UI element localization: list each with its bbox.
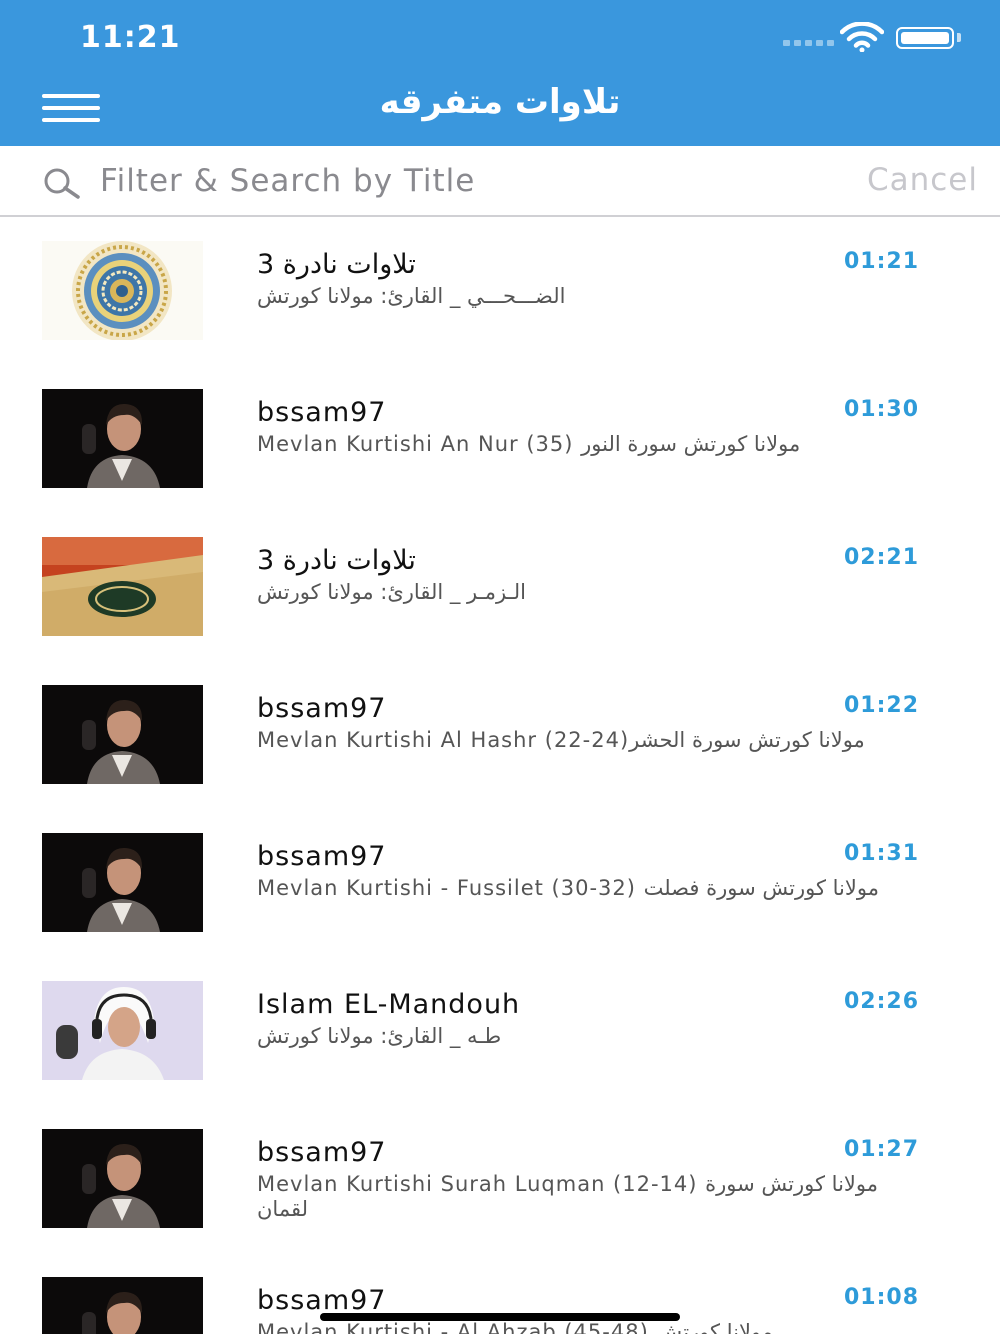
cancel-button[interactable]: Cancel (867, 162, 978, 198)
list-item[interactable]: bssam97 Mevlan Kurtishi An Nur (35) مولا… (0, 365, 1000, 513)
list-item[interactable]: تلاوات نادرة 3 الـزمـر _ القارئ: مولانا … (0, 513, 1000, 661)
mandala-thumbnail (42, 241, 203, 340)
item-subtitle: الـزمـر _ القارئ: مولانا كورتش (257, 580, 526, 604)
item-title: bssam97 (257, 841, 387, 872)
item-duration: 01:22 (844, 693, 920, 718)
item-duration: 02:26 (844, 989, 920, 1014)
item-title: تلاوات نادرة 3 (257, 545, 416, 576)
item-subtitle: الضـــحـــي _ القارئ: مولانا كورتش (257, 284, 566, 308)
reciter-headphones-thumbnail (42, 981, 203, 1080)
battery-cap (957, 33, 961, 42)
thumbnail-image (42, 537, 203, 636)
list-item[interactable]: bssam97 Mevlan Kurtishi - Al Ahzab (45-4… (0, 1253, 1000, 1334)
reciter-thumbnail (42, 1277, 203, 1334)
thumbnail-image (42, 1129, 203, 1228)
item-subtitle: Mevlan Kurtishi - Al Ahzab (45-48) مولان… (257, 1320, 774, 1334)
item-subtitle: Mevlan Kurtishi Surah Luqman (12-14) مول… (257, 1172, 879, 1221)
reciter-thumbnail (42, 833, 203, 932)
item-subtitle: Mevlan Kurtishi - Fussilet (30-32) مولان… (257, 876, 879, 900)
search-bar: Cancel (0, 146, 1000, 217)
cellular-signal-icon (783, 40, 834, 46)
thumbnail-image (42, 1277, 203, 1334)
thumbnail-image (42, 685, 203, 784)
list-item[interactable]: bssam97 Mevlan Kurtishi Surah Luqman (12… (0, 1105, 1000, 1253)
item-duration: 01:27 (844, 1137, 920, 1162)
item-subtitle: Mevlan Kurtishi Al Hashr (22-24)مولانا ك… (257, 728, 865, 752)
item-duration: 01:08 (844, 1285, 920, 1310)
wifi-icon (840, 22, 884, 52)
item-title: bssam97 (257, 397, 387, 428)
battery-icon (896, 27, 954, 49)
quran-book-thumbnail (42, 537, 203, 636)
item-duration: 01:21 (844, 249, 920, 274)
home-indicator[interactable] (320, 1313, 680, 1321)
item-duration: 02:21 (844, 545, 920, 570)
list-item[interactable]: bssam97 Mevlan Kurtishi - Fussilet (30-3… (0, 809, 1000, 957)
navigation-bar: 11:21 تلاوات متفرقه (0, 0, 1000, 146)
item-title: bssam97 (257, 1137, 387, 1168)
item-subtitle: طـه _ القارئ: مولانا كورتش (257, 1024, 502, 1048)
item-title: bssam97 (257, 693, 387, 724)
reciter-thumbnail (42, 1129, 203, 1228)
item-duration: 01:31 (844, 841, 920, 866)
item-title: Islam EL-Mandouh (257, 989, 521, 1020)
item-subtitle: Mevlan Kurtishi An Nur (35) مولانا كورتش… (257, 432, 801, 456)
search-input[interactable] (100, 156, 800, 206)
page-title: تلاوات متفرقه (379, 82, 621, 122)
list-item[interactable]: تلاوات نادرة 3 الضـــحـــي _ القارئ: مول… (0, 217, 1000, 365)
list-item[interactable]: bssam97 Mevlan Kurtishi Al Hashr (22-24)… (0, 661, 1000, 809)
thumbnail-image (42, 241, 203, 340)
status-time: 11:21 (80, 20, 181, 55)
item-title: bssam97 (257, 1285, 387, 1316)
list-item[interactable]: Islam EL-Mandouh طـه _ القارئ: مولانا كو… (0, 957, 1000, 1105)
reciter-thumbnail (42, 389, 203, 488)
item-duration: 01:30 (844, 397, 920, 422)
item-title: تلاوات نادرة 3 (257, 249, 416, 280)
reciter-thumbnail (42, 685, 203, 784)
thumbnail-image (42, 981, 203, 1080)
search-icon (44, 168, 80, 199)
thumbnail-image (42, 833, 203, 932)
thumbnail-image (42, 389, 203, 488)
